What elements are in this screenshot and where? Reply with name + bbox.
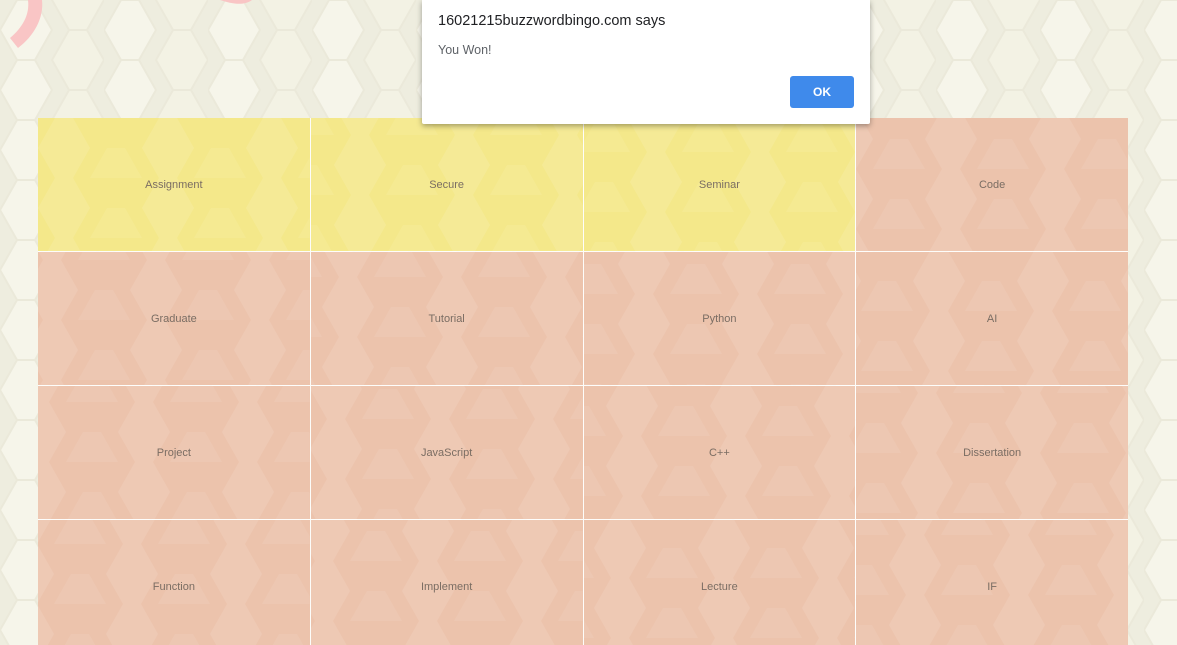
bingo-cell-label: Seminar — [698, 178, 740, 191]
bingo-cell[interactable]: Tutorial — [310, 252, 583, 385]
dialog-message: You Won! — [438, 43, 492, 57]
bingo-cell-label: Dissertation — [963, 446, 1022, 459]
pink-decoration — [10, 0, 252, 48]
bingo-cell[interactable]: AI — [856, 252, 1128, 385]
bingo-cell[interactable]: JavaScript — [310, 386, 583, 519]
bingo-cell-label: Code — [978, 178, 1006, 191]
bingo-cell-label: C++ — [708, 446, 730, 459]
bingo-cell[interactable]: Implement — [310, 520, 583, 645]
ok-button[interactable]: OK — [790, 76, 854, 108]
bingo-cell[interactable]: Code — [856, 118, 1128, 251]
bingo-cell-label: IF — [987, 580, 998, 593]
bingo-cell-label: Function — [152, 580, 195, 593]
alert-dialog: 16021215buzzwordbingo.com says You Won! … — [422, 0, 870, 124]
bingo-cell-label: JavaScript — [420, 446, 473, 459]
bingo-cell-label: Lecture — [701, 580, 738, 593]
bingo-cell-label: Graduate — [150, 312, 197, 325]
bingo-cell[interactable]: C++ — [583, 386, 856, 519]
bingo-cell-label: Project — [156, 446, 191, 459]
bingo-cell-label: AI — [986, 312, 998, 325]
bingo-cell[interactable]: Secure — [310, 118, 583, 251]
bingo-cell[interactable]: Graduate — [38, 252, 310, 385]
bingo-cell[interactable]: IF — [856, 520, 1128, 645]
bingo-cell[interactable]: Lecture — [583, 520, 856, 645]
bingo-cell-label: Python — [702, 312, 737, 325]
bingo-cell[interactable]: Dissertation — [856, 386, 1128, 519]
bingo-cell[interactable]: Function — [38, 520, 310, 645]
bingo-cell-label: Secure — [429, 178, 465, 191]
bingo-cell[interactable]: Assignment — [38, 118, 310, 251]
bingo-cell[interactable]: Seminar — [583, 118, 856, 251]
bingo-cell-label: Tutorial — [428, 312, 465, 325]
bingo-cell[interactable]: Project — [38, 386, 310, 519]
bingo-cell-label: Implement — [420, 580, 473, 593]
dialog-title: 16021215buzzwordbingo.com says — [438, 13, 666, 29]
bingo-cell[interactable]: Python — [583, 252, 856, 385]
bingo-board: Assignment Secure Seminar Code Graduate Tutor… — [38, 118, 1128, 645]
bingo-cell-label: Assignment — [145, 178, 203, 191]
